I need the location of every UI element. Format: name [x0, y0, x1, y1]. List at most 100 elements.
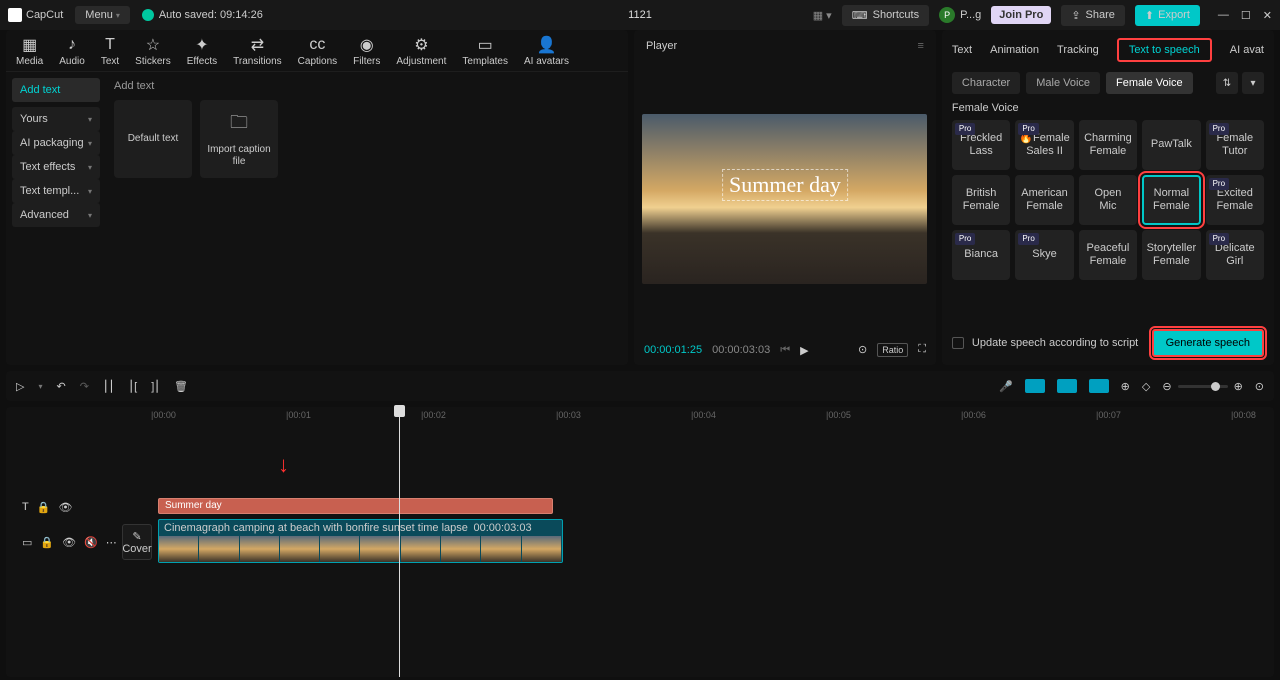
voice-option[interactable]: AmericanFemale	[1015, 175, 1073, 225]
tool-tab-captions[interactable]: ccCaptions	[298, 36, 337, 67]
voice-option[interactable]: CharmingFemale	[1079, 120, 1137, 170]
generate-speech-button[interactable]: Generate speech	[1152, 329, 1264, 357]
voice-option[interactable]: ProFreckledLass	[952, 120, 1010, 170]
sidebar-item[interactable]: Text effects▾	[12, 155, 100, 179]
trim-left-icon[interactable]: ⎮[	[128, 380, 137, 393]
lock-icon[interactable]: 🔒	[40, 536, 54, 549]
delete-icon[interactable]: 🗑	[174, 380, 188, 393]
import-caption-card[interactable]: 🗀Import caption file	[200, 100, 278, 178]
check-icon	[142, 9, 154, 21]
inspector-tab[interactable]: AI avat	[1230, 44, 1264, 56]
voice-option[interactable]: BritishFemale	[952, 175, 1010, 225]
eye-icon[interactable]: 👁	[58, 501, 72, 514]
folder-icon: 🗀	[230, 110, 248, 140]
inspector-tab[interactable]: Text	[952, 44, 972, 56]
timeline[interactable]: |00:00|00:01|00:02|00:03|00:04|00:05|00:…	[6, 407, 1274, 677]
user-chip[interactable]: PP...g	[939, 7, 981, 23]
sidebar-item[interactable]: AI packaging▾	[12, 131, 100, 155]
voice-option[interactable]: NormalFemale	[1142, 175, 1200, 225]
maximize-icon[interactable]: ☐	[1241, 9, 1251, 22]
tool-tab-audio[interactable]: ♪Audio	[59, 36, 85, 67]
video-clip[interactable]: Cinemagraph camping at beach with bonfir…	[158, 519, 563, 563]
sidebar-item[interactable]: Advanced▾	[12, 203, 100, 227]
split-icon[interactable]: ⎮⎮	[103, 380, 114, 393]
close-icon[interactable]: ✕	[1263, 9, 1272, 22]
prev-frame-icon[interactable]: ⏮	[780, 344, 790, 357]
tool-tab-media[interactable]: ▦Media	[16, 36, 43, 67]
tool-tab-effects[interactable]: ✦Effects	[187, 36, 217, 67]
inspector-tab[interactable]: Tracking	[1057, 44, 1099, 56]
voice-filter-chip[interactable]: Male Voice	[1026, 72, 1100, 94]
lock-icon[interactable]: 🔒	[37, 501, 51, 514]
time-ruler[interactable]: |00:00|00:01|00:02|00:03|00:04|00:05|00:…	[151, 407, 1274, 427]
sidebar-item[interactable]: Yours▾	[12, 107, 100, 131]
video-track[interactable]: ▭🔒👁🔇⋯ ✎Cover Cinemagraph camping at beac…	[6, 519, 1274, 565]
redo-icon[interactable]: ↷	[80, 380, 89, 393]
undo-icon[interactable]: ↶	[56, 380, 65, 393]
tool-tab-transitions[interactable]: ⇄Transitions	[233, 36, 282, 67]
text-track[interactable]: T🔒👁 Summer day	[6, 495, 1274, 519]
sidebar-item[interactable]: Text templ...▾	[12, 179, 100, 203]
fit-icon[interactable]: ⊙	[1255, 380, 1264, 393]
share-button[interactable]: ⇪Share	[1061, 5, 1125, 26]
mute-icon[interactable]: 🔇	[84, 536, 98, 549]
marker-icon[interactable]: ◇	[1142, 380, 1150, 393]
zoom-in-icon[interactable]: ⊕	[1234, 380, 1243, 393]
voice-option[interactable]: ProSkye	[1015, 230, 1073, 280]
voice-option[interactable]: PawTalk	[1142, 120, 1200, 170]
tool-tabs: ▦Media ♪Audio TText ☆Stickers ✦Effects ⇄Trans…	[6, 30, 628, 71]
trim-right-icon[interactable]: ]⎮	[151, 380, 160, 393]
sort-icon[interactable]: ⇅	[1216, 72, 1238, 94]
voice-option[interactable]: ProFemaleTutor	[1206, 120, 1264, 170]
cover-button[interactable]: ✎Cover	[122, 524, 152, 560]
tool-tab-ai avatars[interactable]: 👤AI avatars	[524, 36, 569, 67]
playhead[interactable]	[399, 407, 400, 677]
video-preview[interactable]: Summer day	[642, 114, 927, 284]
sidebar-add-text[interactable]: Add text	[12, 78, 100, 102]
project-title[interactable]: 1121	[628, 9, 652, 21]
tool-tab-text[interactable]: TText	[101, 36, 119, 67]
snap-toggle-3[interactable]	[1089, 379, 1109, 393]
voice-option[interactable]: ProDelicateGirl	[1206, 230, 1264, 280]
layout-icon[interactable]: ▦ ▾	[813, 9, 832, 22]
voice-option[interactable]: OpenMic	[1079, 175, 1137, 225]
voice-option[interactable]: ProBianca	[952, 230, 1010, 280]
zoom-out-icon[interactable]: ⊖	[1162, 380, 1171, 393]
join-pro-button[interactable]: Join Pro	[991, 6, 1051, 24]
shortcuts-button[interactable]: ⌨Shortcuts	[842, 5, 929, 26]
voice-filter-chip[interactable]: Character	[952, 72, 1020, 94]
voice-option[interactable]: StorytellerFemale	[1142, 230, 1200, 280]
compare-icon[interactable]: ⊙	[858, 343, 867, 357]
zoom-control[interactable]: ⊖⊕	[1162, 380, 1242, 393]
voice-option[interactable]: Pro🔥FemaleSales II	[1015, 120, 1073, 170]
voice-filter-chip[interactable]: Female Voice	[1106, 72, 1193, 94]
ratio-button[interactable]: Ratio	[877, 343, 908, 357]
mic-icon[interactable]: 🎤	[999, 380, 1013, 393]
default-text-card[interactable]: Default text	[114, 100, 192, 178]
tool-tab-templates[interactable]: ▭Templates	[462, 36, 508, 67]
eye-icon[interactable]: 👁	[62, 536, 76, 549]
text-clip[interactable]: Summer day	[158, 498, 553, 514]
filter-dropdown-icon[interactable]: ▾	[1242, 72, 1264, 94]
current-timecode: 00:00:01:25	[644, 344, 702, 356]
text-overlay[interactable]: Summer day	[722, 169, 848, 201]
snap-toggle-2[interactable]	[1057, 379, 1077, 393]
minimize-icon[interactable]: —	[1218, 9, 1229, 22]
play-icon[interactable]: ▶	[800, 344, 808, 357]
menu-button[interactable]: Menu▾	[75, 6, 130, 24]
inspector-tab[interactable]: Text to speech	[1117, 38, 1212, 62]
update-speech-checkbox[interactable]	[952, 337, 964, 349]
player-menu-icon[interactable]: ≡	[918, 40, 924, 52]
align-icon[interactable]: ⊕	[1121, 380, 1130, 393]
tool-tab-filters[interactable]: ◉Filters	[353, 36, 380, 67]
voice-option[interactable]: PeacefulFemale	[1079, 230, 1137, 280]
export-button[interactable]: ⬆Export	[1135, 5, 1200, 26]
snap-toggle-1[interactable]	[1025, 379, 1045, 393]
tool-tab-stickers[interactable]: ☆Stickers	[135, 36, 171, 67]
tool-tab-adjustment[interactable]: ⚙Adjustment	[396, 36, 446, 67]
fullscreen-icon[interactable]: ⛶	[918, 343, 926, 357]
voice-option[interactable]: ProExcitedFemale	[1206, 175, 1264, 225]
app-logo: CapCut	[8, 8, 63, 22]
select-tool-icon[interactable]: ▷	[16, 380, 24, 393]
inspector-tab[interactable]: Animation	[990, 44, 1039, 56]
